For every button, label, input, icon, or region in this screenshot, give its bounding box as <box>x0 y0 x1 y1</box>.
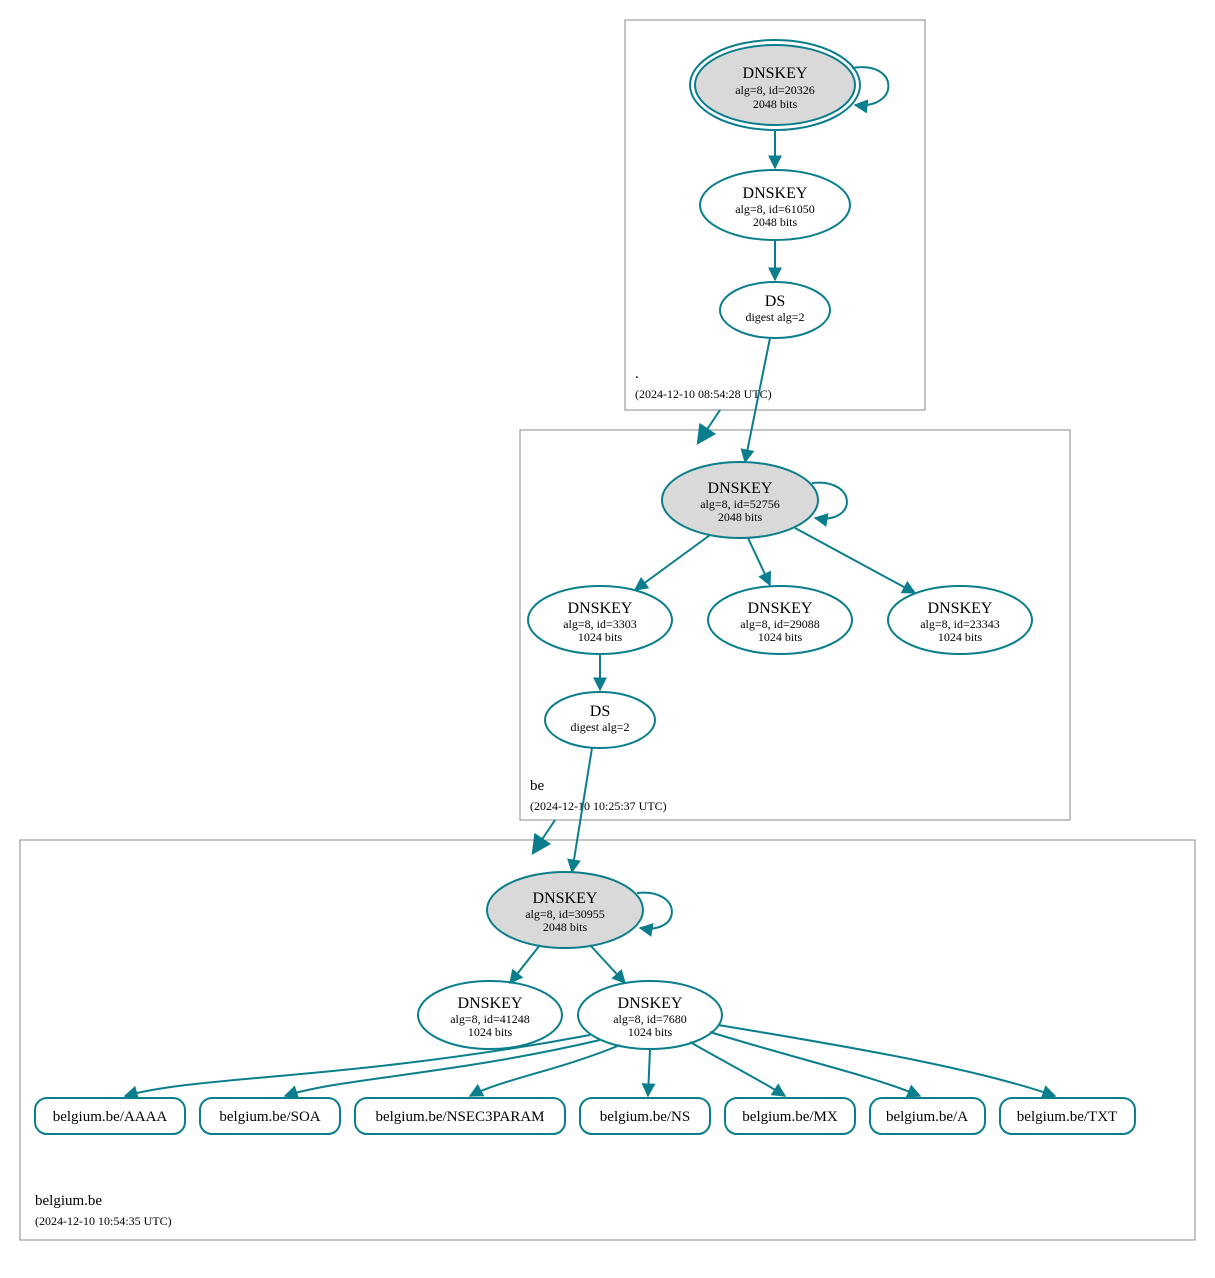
edge-beksk-zsk2 <box>748 538 770 585</box>
svg-text:belgium.be/AAAA: belgium.be/AAAA <box>53 1109 168 1125</box>
edge-zsk2-ns <box>648 1049 650 1096</box>
zone-ts-domain: (2024-12-10 10:54:35 UTC) <box>35 1214 172 1228</box>
svg-text:alg=8, id=30955: alg=8, id=30955 <box>525 907 605 921</box>
svg-text:DNSKEY: DNSKEY <box>743 65 808 82</box>
node-root-zsk: DNSKEY alg=8, id=61050 2048 bits <box>700 170 850 240</box>
svg-text:DNSKEY: DNSKEY <box>708 480 773 497</box>
svg-text:2048 bits: 2048 bits <box>718 510 763 524</box>
node-be-zsk2: DNSKEY alg=8, id=29088 1024 bits <box>708 586 852 654</box>
svg-text:1024 bits: 1024 bits <box>628 1025 673 1039</box>
svg-text:belgium.be/MX: belgium.be/MX <box>742 1109 838 1125</box>
svg-text:1024 bits: 1024 bits <box>938 630 983 644</box>
svg-text:belgium.be/NS: belgium.be/NS <box>600 1109 690 1125</box>
rrset-ns: belgium.be/NS <box>580 1098 710 1134</box>
svg-text:1024 bits: 1024 bits <box>578 630 623 644</box>
svg-text:DS: DS <box>765 293 785 310</box>
svg-text:alg=8, id=20326: alg=8, id=20326 <box>735 83 815 97</box>
zone-ts-root: (2024-12-10 08:54:28 UTC) <box>635 387 772 401</box>
svg-text:1024 bits: 1024 bits <box>758 630 803 644</box>
edge-domksk-zsk2 <box>590 945 625 983</box>
dnssec-graph: . (2024-12-10 08:54:28 UTC) DNSKEY alg=8… <box>0 0 1215 1278</box>
zone-label-be: be <box>530 778 545 794</box>
svg-text:DNSKEY: DNSKEY <box>568 600 633 617</box>
svg-text:alg=8, id=52756: alg=8, id=52756 <box>700 497 780 511</box>
rrset-aaaa: belgium.be/AAAA <box>35 1098 185 1134</box>
svg-text:belgium.be/A: belgium.be/A <box>886 1109 968 1125</box>
svg-text:alg=8, id=7680: alg=8, id=7680 <box>613 1012 687 1026</box>
svg-text:belgium.be/SOA: belgium.be/SOA <box>219 1109 320 1125</box>
zone-ts-be: (2024-12-10 10:25:37 UTC) <box>530 799 667 813</box>
edge-root-to-be-box <box>700 410 720 440</box>
svg-text:2048 bits: 2048 bits <box>753 97 798 111</box>
node-root-ds: DS digest alg=2 <box>720 282 830 338</box>
svg-text:DNSKEY: DNSKEY <box>748 600 813 617</box>
edge-beksk-zsk1 <box>635 535 710 590</box>
rrset-nsec3param: belgium.be/NSEC3PARAM <box>355 1098 565 1134</box>
svg-text:digest alg=2: digest alg=2 <box>570 720 629 734</box>
svg-text:DNSKEY: DNSKEY <box>743 185 808 202</box>
svg-text:2048 bits: 2048 bits <box>543 920 588 934</box>
node-be-ksk: DNSKEY alg=8, id=52756 2048 bits <box>662 462 818 538</box>
svg-text:DS: DS <box>590 703 610 720</box>
node-root-ksk: DNSKEY alg=8, id=20326 2048 bits <box>690 40 860 130</box>
svg-text:2048 bits: 2048 bits <box>753 215 798 229</box>
svg-text:alg=8, id=29088: alg=8, id=29088 <box>740 617 820 631</box>
node-dom-zsk2: DNSKEY alg=8, id=7680 1024 bits <box>578 981 722 1049</box>
edge-domksk-zsk1 <box>510 945 540 983</box>
svg-text:alg=8, id=23343: alg=8, id=23343 <box>920 617 1000 631</box>
svg-text:DNSKEY: DNSKEY <box>928 600 993 617</box>
node-dom-zsk1: DNSKEY alg=8, id=41248 1024 bits <box>418 981 562 1049</box>
zone-label-domain: belgium.be <box>35 1193 102 1209</box>
svg-text:DNSKEY: DNSKEY <box>618 995 683 1012</box>
rrset-soa: belgium.be/SOA <box>200 1098 340 1134</box>
svg-text:alg=8, id=3303: alg=8, id=3303 <box>563 617 637 631</box>
zone-label-root: . <box>635 366 639 382</box>
node-be-zsk3: DNSKEY alg=8, id=23343 1024 bits <box>888 586 1032 654</box>
svg-text:belgium.be/TXT: belgium.be/TXT <box>1017 1109 1117 1125</box>
rrset-mx: belgium.be/MX <box>725 1098 855 1134</box>
node-be-zsk1: DNSKEY alg=8, id=3303 1024 bits <box>528 586 672 654</box>
rrset-a: belgium.be/A <box>870 1098 985 1134</box>
svg-text:DNSKEY: DNSKEY <box>533 890 598 907</box>
rrset-txt: belgium.be/TXT <box>1000 1098 1135 1134</box>
svg-text:belgium.be/NSEC3PARAM: belgium.be/NSEC3PARAM <box>375 1109 544 1125</box>
edge-be-to-domain-box <box>535 820 555 850</box>
svg-text:alg=8, id=61050: alg=8, id=61050 <box>735 202 815 216</box>
svg-text:alg=8, id=41248: alg=8, id=41248 <box>450 1012 530 1026</box>
node-be-ds: DS digest alg=2 <box>545 692 655 748</box>
svg-text:DNSKEY: DNSKEY <box>458 995 523 1012</box>
edge-beksk-zsk3 <box>795 528 915 593</box>
svg-text:digest alg=2: digest alg=2 <box>745 310 804 324</box>
node-dom-ksk: DNSKEY alg=8, id=30955 2048 bits <box>487 872 643 948</box>
svg-text:1024 bits: 1024 bits <box>468 1025 513 1039</box>
